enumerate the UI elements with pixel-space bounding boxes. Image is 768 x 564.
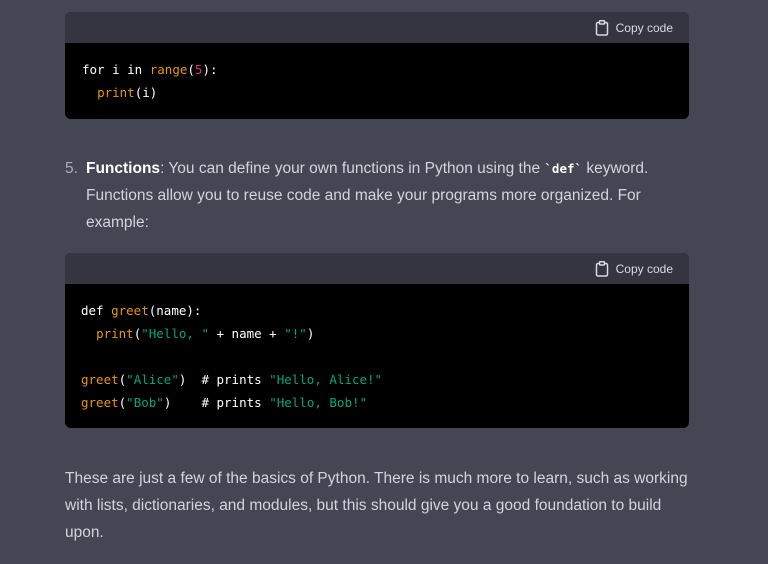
code-token: + name + — [208, 326, 285, 341]
code-block-functions: Copy code def greet(name): print("Hello,… — [65, 253, 689, 428]
code-content: def greet(name): print("Hello, " + name … — [65, 284, 689, 428]
clipboard-icon — [595, 260, 608, 277]
code-token: # prints — [201, 372, 270, 387]
code-token: print — [97, 85, 135, 100]
code-token: (name): — [148, 303, 202, 318]
code-content: for i in range(5): print(i) — [65, 43, 689, 119]
list-item-title: Functions — [86, 160, 161, 177]
clipboard-icon — [595, 19, 608, 36]
code-token: (i) — [134, 85, 158, 100]
code-token: "Hello, Bob!" — [269, 395, 368, 410]
list-number: 5. — [65, 160, 78, 177]
list-item-line: Functions allow you to reuse code and ma… — [86, 187, 641, 204]
list-item-line: Functions: You can define your own funct… — [86, 155, 706, 182]
code-line: def greet(name): — [81, 299, 673, 322]
code-token: for — [82, 62, 105, 77]
code-token: "Hello, Alice!" — [269, 372, 383, 387]
code-token: "Alice" — [126, 372, 179, 387]
list-item-text: keyword. — [582, 160, 649, 177]
code-token: ) — [178, 372, 202, 387]
copy-code-button[interactable]: Copy code — [595, 19, 673, 36]
code-token: in — [127, 62, 143, 77]
copy-code-label: Copy code — [615, 20, 673, 35]
code-token: range — [149, 62, 188, 77]
code-line: print("Hello, " + name + "!") — [81, 322, 673, 345]
code-line: greet("Alice") # prints "Hello, Alice!" — [81, 368, 673, 391]
code-token: ) — [163, 395, 202, 410]
code-token: def — [81, 303, 104, 318]
code-block-header: Copy code — [65, 253, 689, 284]
list-item-functions: Functions: You can define your own funct… — [86, 155, 706, 236]
code-token: "!" — [284, 326, 307, 341]
paragraph-line: upon. — [65, 524, 104, 541]
code-line: for i in range(5): — [82, 58, 672, 81]
code-token: "Hello, " — [141, 326, 209, 341]
list-item-line: example: — [86, 214, 149, 231]
code-token: ( — [187, 62, 195, 77]
code-line: greet("Bob") # prints "Hello, Bob!" — [81, 391, 673, 414]
copy-code-button[interactable]: Copy code — [595, 260, 673, 277]
code-token: greet — [81, 372, 119, 387]
paragraph-line: These are just a few of the basics of Py… — [65, 470, 688, 487]
paragraph-line: with lists, dictionaries, and modules, b… — [65, 497, 662, 514]
list-item-text: : You can define your own functions in P… — [160, 160, 545, 177]
code-token: i — [104, 62, 128, 77]
code-line: print(i) — [82, 81, 672, 104]
inline-code-def: `def` — [544, 161, 583, 176]
code-token: # prints — [201, 395, 270, 410]
closing-paragraph: These are just a few of the basics of Py… — [65, 465, 745, 546]
code-block-header: Copy code — [65, 12, 689, 43]
code-token: greet — [111, 303, 149, 318]
copy-code-label: Copy code — [615, 261, 673, 276]
code-token: ): — [202, 62, 218, 77]
code-token: greet — [81, 395, 119, 410]
code-block-loop: Copy code for i in range(5): print(i) — [65, 12, 689, 119]
code-token: ) — [306, 326, 315, 341]
code-token: "Bob" — [126, 395, 164, 410]
code-token: print — [96, 326, 134, 341]
